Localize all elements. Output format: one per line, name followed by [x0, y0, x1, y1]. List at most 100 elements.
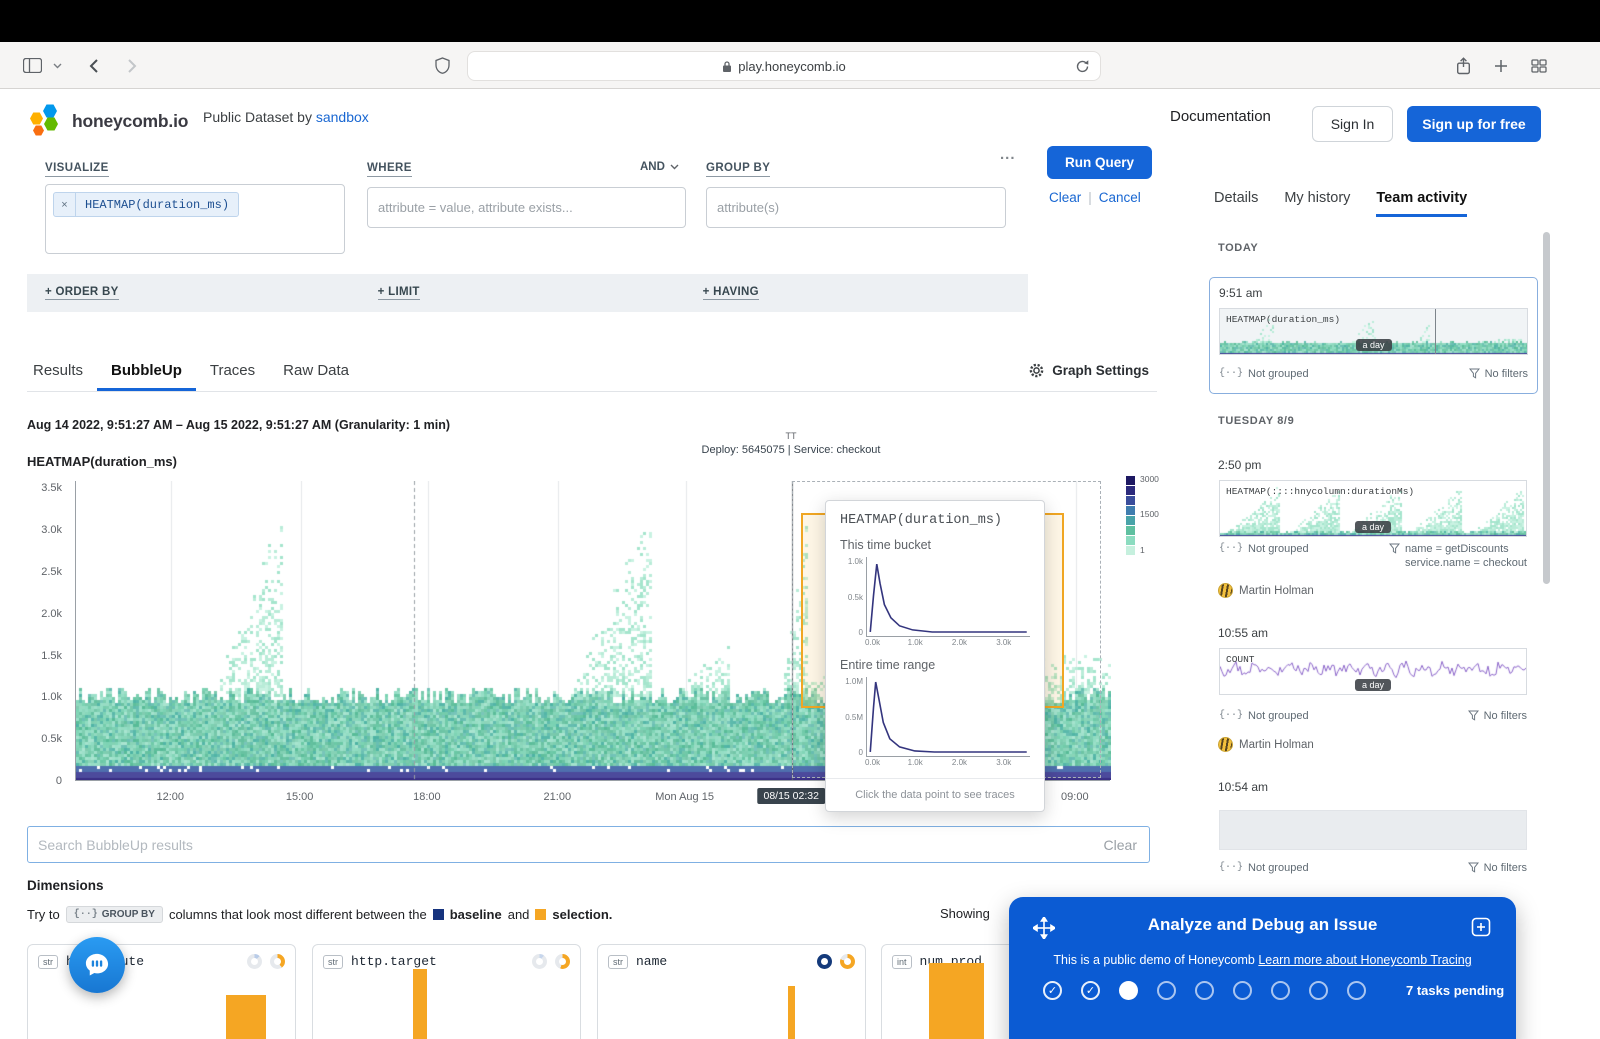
where-join-dropdown[interactable]: AND: [640, 161, 679, 173]
query-thumbnail[interactable]: [1219, 810, 1527, 850]
privacy-shield-icon[interactable]: [432, 42, 452, 89]
thumbnail-query-title: HEATMAP(duration_ms): [1226, 314, 1340, 325]
task-step-todo[interactable]: [1271, 981, 1290, 1000]
group-by-label: GROUP BY: [706, 162, 770, 177]
screen: play.honeycomb.io honeycomb.io Public Da…: [0, 0, 1600, 1039]
sidebar-toggle-icon[interactable]: [20, 42, 44, 89]
task-step-todo[interactable]: [1195, 981, 1214, 1000]
group-by-badge[interactable]: {··} GROUP BY: [66, 906, 163, 923]
legend-swatch: [1126, 536, 1135, 545]
sign-up-button[interactable]: Sign up for free: [1407, 106, 1541, 142]
mini-y-axis: 1.0M 0.5M 0: [840, 677, 866, 757]
chat-launcher[interactable]: [69, 937, 125, 993]
documentation-link[interactable]: Documentation: [1170, 108, 1271, 125]
selection-donut: [270, 954, 285, 969]
order-by-link[interactable]: + ORDER BY: [45, 286, 119, 300]
current-time-marker: [1435, 309, 1436, 354]
y-tick: 3.0k: [18, 524, 62, 536]
task-step-todo[interactable]: [1309, 981, 1328, 1000]
onboarding-description: This is a public demo of Honeycomb Learn…: [1009, 953, 1516, 967]
tab-traces[interactable]: Traces: [196, 349, 269, 391]
x-tick: 12:00: [156, 791, 184, 803]
activity-entry[interactable]: 9:51 am HEATMAP(duration_ms) a day {··}N…: [1209, 277, 1538, 394]
dimension-card[interactable]: str http.target: [312, 944, 581, 1039]
bubbleup-search-input[interactable]: [28, 837, 1104, 853]
bee-avatar: [1218, 583, 1233, 598]
tab-team-activity[interactable]: Team activity: [1376, 190, 1467, 217]
x-tick-selected: 08/15 02:32: [757, 788, 824, 804]
query-thumbnail[interactable]: COUNT a day: [1219, 648, 1527, 695]
query-thumbnail[interactable]: HEATMAP(::::hnycolumn:durationMs) a day: [1219, 480, 1527, 537]
task-step-done[interactable]: ✓: [1081, 981, 1100, 1000]
reload-icon[interactable]: [1075, 59, 1090, 77]
task-step-done[interactable]: ✓: [1043, 981, 1062, 1000]
selection-donut: [840, 954, 855, 969]
visualize-box[interactable]: × HEATMAP(duration_ms): [45, 184, 345, 254]
dimensions-heading: Dimensions: [27, 878, 104, 893]
expand-icon[interactable]: [1471, 917, 1491, 942]
cancel-link[interactable]: Cancel: [1099, 190, 1141, 205]
tab-bubbleup[interactable]: BubbleUp: [97, 349, 196, 391]
deploy-annotation[interactable]: Deploy: 5645075 | Service: checkout: [702, 444, 881, 456]
task-step-current[interactable]: [1119, 981, 1138, 1000]
address-bar[interactable]: play.honeycomb.io: [467, 51, 1101, 81]
visualize-chip[interactable]: × HEATMAP(duration_ms): [53, 192, 239, 217]
tracing-link[interactable]: Learn more about Honeycomb Tracing: [1258, 953, 1471, 967]
selection-bar[interactable]: [413, 969, 427, 1039]
task-step-todo[interactable]: [1347, 981, 1366, 1000]
selection-swatch: [535, 909, 546, 920]
task-step-todo[interactable]: [1157, 981, 1176, 1000]
bubbleup-search-bar: Clear: [27, 826, 1150, 863]
entry-user: Martin Holman: [1218, 583, 1314, 598]
clause-bar: + ORDER BY + LIMIT + HAVING: [27, 274, 1028, 312]
group-by-input[interactable]: [706, 187, 1006, 228]
selection-bar[interactable]: [226, 995, 266, 1039]
run-query-button[interactable]: Run Query: [1047, 146, 1152, 179]
tab-my-history[interactable]: My history: [1284, 190, 1350, 217]
dataset-link[interactable]: sandbox: [316, 109, 369, 125]
where-field-wrap: [367, 187, 686, 228]
browser-toolbar: play.honeycomb.io: [0, 42, 1600, 89]
baseline-donut: [532, 954, 547, 969]
back-button[interactable]: [84, 42, 104, 89]
chevron-down-icon[interactable]: [50, 42, 64, 89]
forward-button[interactable]: [122, 42, 142, 89]
tooltip-footer-hint: Click the data point to see traces: [826, 778, 1044, 811]
query-overflow-menu[interactable]: ...: [1000, 146, 1016, 163]
sign-in-button[interactable]: Sign In: [1312, 106, 1393, 142]
limit-link[interactable]: + LIMIT: [378, 286, 420, 300]
y-tick: 0: [18, 775, 62, 787]
having-link[interactable]: + HAVING: [703, 286, 759, 300]
duration-badge: a day: [1355, 339, 1391, 351]
mini-x-axis: 0.0k 1.0k 2.0k 3.0k: [866, 637, 1030, 648]
tab-overview-icon[interactable]: [1528, 42, 1550, 89]
y-tick: 2.5k: [18, 566, 62, 578]
new-tab-icon[interactable]: [1491, 42, 1511, 89]
heatmap-tooltip: HEATMAP(duration_ms) This time bucket 1.…: [825, 500, 1045, 812]
search-clear-button[interactable]: Clear: [1104, 837, 1149, 853]
results-tab-bar: Results BubbleUp Traces Raw Data Graph S…: [27, 349, 1157, 392]
share-icon[interactable]: [1453, 42, 1473, 89]
honeycomb-logo[interactable]: honeycomb.io: [30, 104, 188, 138]
x-tick: Mon Aug 15: [655, 791, 714, 803]
tab-results[interactable]: Results: [19, 349, 97, 391]
selection-bar[interactable]: [788, 986, 795, 1039]
duration-badge: a day: [1355, 679, 1391, 691]
thumbnail-query-title: HEATMAP(::::hnycolumn:durationMs): [1226, 486, 1414, 497]
baseline-donut: [817, 954, 832, 969]
visualize-label: VISUALIZE: [45, 162, 109, 177]
task-step-todo[interactable]: [1233, 981, 1252, 1000]
remove-chip-icon[interactable]: ×: [54, 193, 76, 216]
dimension-card[interactable]: str http.route: [27, 944, 296, 1039]
entry-time: 9:51 am: [1219, 286, 1262, 300]
clear-link[interactable]: Clear: [1049, 190, 1081, 205]
graph-settings-button[interactable]: Graph Settings: [1028, 349, 1149, 392]
dimension-card[interactable]: str name: [597, 944, 866, 1039]
where-input[interactable]: [367, 187, 686, 228]
bee-avatar: [1218, 737, 1233, 752]
tab-details[interactable]: Details: [1214, 190, 1258, 217]
query-thumbnail[interactable]: HEATMAP(duration_ms) a day: [1219, 308, 1528, 355]
tab-raw-data[interactable]: Raw Data: [269, 349, 363, 391]
scrollbar[interactable]: [1543, 232, 1550, 584]
selection-bar[interactable]: [929, 963, 984, 1039]
